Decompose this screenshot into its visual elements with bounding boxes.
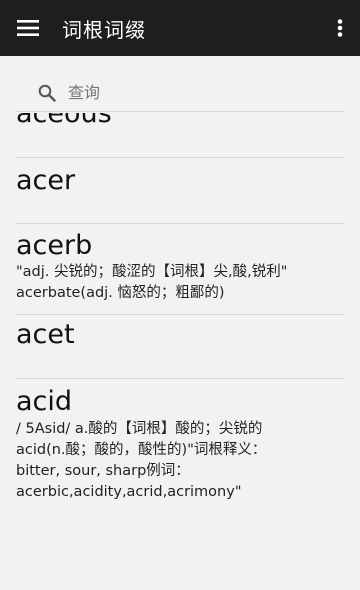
divider	[16, 378, 344, 379]
divider	[16, 223, 344, 224]
entry-desc-line: "adj. 尖锐的；酸涩的【词根】尖,酸,锐利"	[16, 264, 288, 280]
entry-word: acerb	[16, 230, 93, 261]
more-vert-icon[interactable]	[320, 0, 360, 56]
divider	[16, 157, 344, 158]
list-item-acet[interactable]: acet	[16, 319, 344, 351]
entry-word: acer	[16, 165, 76, 196]
menu-icon[interactable]	[0, 0, 56, 56]
entry-desc-line: acerbate(adj. 恼怒的；粗鄙的)	[16, 285, 225, 301]
list-item-acerb[interactable]: acerb "adj. 尖锐的；酸涩的【词根】尖,酸,锐利" acerbate(…	[16, 230, 344, 304]
list-item-aceous[interactable]: aceous	[16, 113, 344, 130]
entry-desc-line: / 5Asid/ a.酸的【词根】酸的；尖锐的	[16, 421, 263, 437]
list-item-acid[interactable]: acid / 5Asid/ a.酸的【词根】酸的；尖锐的 acid(n.酸；酸的…	[16, 385, 344, 503]
entry-word: aceous	[16, 113, 112, 129]
divider	[16, 314, 344, 315]
entry-desc-line: acid(n.酸；酸的，酸性的)"词根释义：	[16, 442, 267, 458]
list-item-acer[interactable]: acer	[16, 165, 344, 197]
entry-desc-line: acerbic,acidity,acrid,acrimony"	[16, 484, 242, 500]
app-bar: 词根词缀	[0, 0, 360, 56]
search-icon[interactable]	[28, 74, 66, 112]
entry-word: acet	[16, 319, 75, 350]
word-list[interactable]: aceous acer acerb "adj. 尖锐的；酸涩的【词根】尖,酸,锐…	[0, 113, 360, 533]
app-title: 词根词缀	[62, 17, 146, 42]
entry-word: acid	[16, 386, 73, 417]
search-bar[interactable]	[16, 74, 344, 112]
search-input[interactable]	[68, 83, 308, 102]
entry-desc-line: bitter, sour, sharp例词：	[16, 463, 190, 479]
